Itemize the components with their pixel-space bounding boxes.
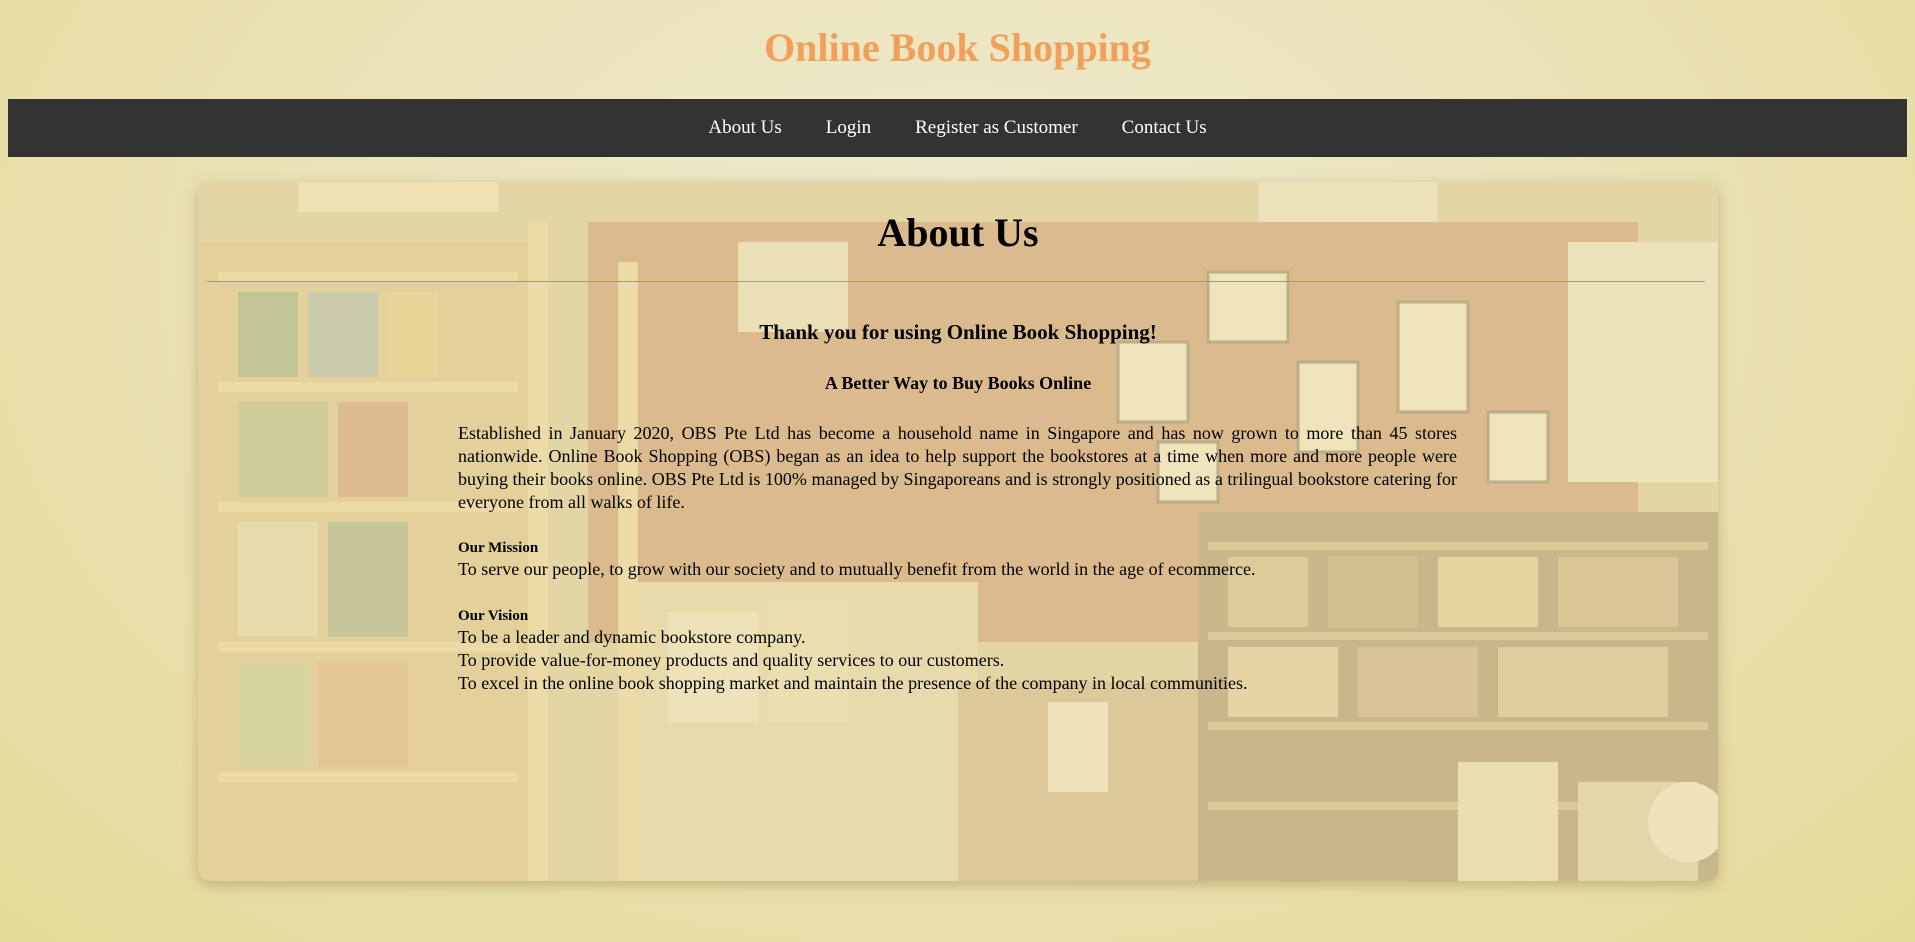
mission-label: Our Mission [458, 540, 539, 556]
navbar: About Us Login Register as Customer Cont… [8, 99, 1907, 157]
mission-text: To serve our people, to grow with our so… [458, 559, 1256, 579]
vision-line: To excel in the online book shopping mar… [458, 673, 1248, 693]
nav-link-contact-us[interactable]: Contact Us [1100, 99, 1229, 157]
divider [207, 281, 1705, 282]
nav-link-register[interactable]: Register as Customer [893, 99, 1100, 157]
about-card: About Us Thank you for using Online Book… [198, 182, 1718, 881]
thanks-message: Thank you for using Online Book Shopping… [759, 320, 1157, 344]
nav-link-about-us[interactable]: About Us [686, 99, 803, 157]
vision-line: To be a leader and dynamic bookstore com… [458, 627, 806, 647]
site-title: Online Book Shopping [764, 25, 1151, 70]
card-content: About Us Thank you for using Online Book… [198, 182, 1718, 881]
vision-line: To provide value-for-money products and … [458, 650, 1005, 670]
about-heading: About Us [877, 210, 1039, 255]
vision-label: Our Vision [458, 608, 529, 624]
nav-link-login[interactable]: Login [804, 99, 893, 157]
tagline: A Better Way to Buy Books Online [824, 373, 1092, 393]
intro-paragraph: Established in January 2020, OBS Pte Ltd… [458, 423, 1457, 512]
